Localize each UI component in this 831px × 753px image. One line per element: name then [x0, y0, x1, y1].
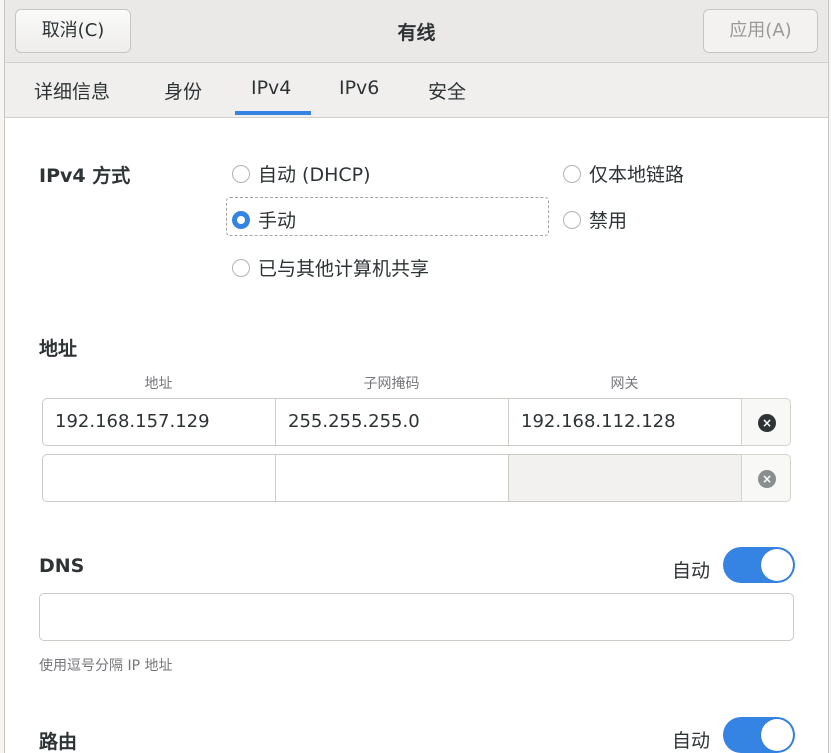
header-bar: 取消(C) 有线 应用(A) [5, 0, 828, 63]
tab-details[interactable]: 详细信息 [34, 77, 110, 104]
apply-button[interactable]: 应用(A) [703, 9, 818, 53]
connection-dialog: 取消(C) 有线 应用(A) 详细信息 身份 IPv4 IPv6 安全 IPv4… [4, 0, 829, 753]
netmask-input[interactable] [275, 454, 509, 502]
gateway-input[interactable]: 192.168.112.128 [508, 398, 742, 446]
tab-security[interactable]: 安全 [428, 77, 466, 104]
radio-link-local[interactable]: 仅本地链路 [563, 160, 684, 187]
dns-hint: 使用逗号分隔 IP 地址 [39, 658, 173, 674]
switch-knob [761, 549, 793, 581]
switch-knob [761, 719, 793, 751]
address-row: 192.168.157.129 255.255.255.0 192.168.11… [42, 398, 791, 446]
active-tab-indicator [235, 111, 311, 115]
address-row: × [42, 454, 791, 502]
dns-auto-switch[interactable] [723, 547, 795, 583]
radio-button-icon [232, 258, 250, 277]
gateway-input[interactable] [508, 454, 742, 502]
tab-ipv6[interactable]: IPv6 [339, 77, 379, 99]
column-header-gateway: 网关 [610, 376, 639, 392]
ipv4-method-label: IPv4 方式 [39, 165, 131, 187]
dns-label: DNS [39, 555, 85, 577]
radio-manual[interactable]: 手动 [232, 206, 296, 233]
dns-input[interactable] [39, 593, 794, 641]
radio-button-checked-icon [232, 210, 250, 229]
radio-disabled[interactable]: 禁用 [563, 206, 627, 233]
circle-x-icon: × [758, 414, 776, 432]
radio-auto-dhcp[interactable]: 自动 (DHCP) [232, 160, 371, 187]
address-input[interactable] [42, 454, 276, 502]
radio-label: 手动 [258, 210, 297, 232]
radio-button-icon [232, 164, 250, 183]
column-header-netmask: 子网掩码 [363, 376, 420, 392]
address-input[interactable]: 192.168.157.129 [42, 398, 276, 446]
radio-label: 已与其他计算机共享 [258, 258, 430, 280]
radio-shared[interactable]: 已与其他计算机共享 [232, 254, 429, 281]
delete-row-button[interactable]: × [741, 454, 791, 502]
tab-ipv4[interactable]: IPv4 [251, 77, 291, 99]
cancel-button[interactable]: 取消(C) [15, 9, 131, 53]
tab-bar: 详细信息 身份 IPv4 IPv6 安全 [5, 63, 828, 118]
radio-label: 仅本地链路 [589, 164, 685, 186]
netmask-input[interactable]: 255.255.255.0 [275, 398, 509, 446]
delete-row-button[interactable]: × [741, 398, 791, 446]
dns-auto-label: 自动 [672, 560, 711, 582]
circle-x-icon: × [758, 470, 776, 488]
radio-button-icon [563, 164, 581, 183]
radio-label: 禁用 [589, 210, 628, 232]
address-section-label: 地址 [39, 338, 78, 360]
tab-identity[interactable]: 身份 [164, 77, 202, 104]
radio-label: 自动 (DHCP) [258, 164, 371, 186]
radio-button-icon [563, 210, 581, 229]
routes-label: 路由 [39, 731, 78, 753]
column-header-address: 地址 [144, 376, 173, 392]
routes-auto-label: 自动 [672, 730, 711, 752]
routes-auto-switch[interactable] [723, 717, 795, 753]
